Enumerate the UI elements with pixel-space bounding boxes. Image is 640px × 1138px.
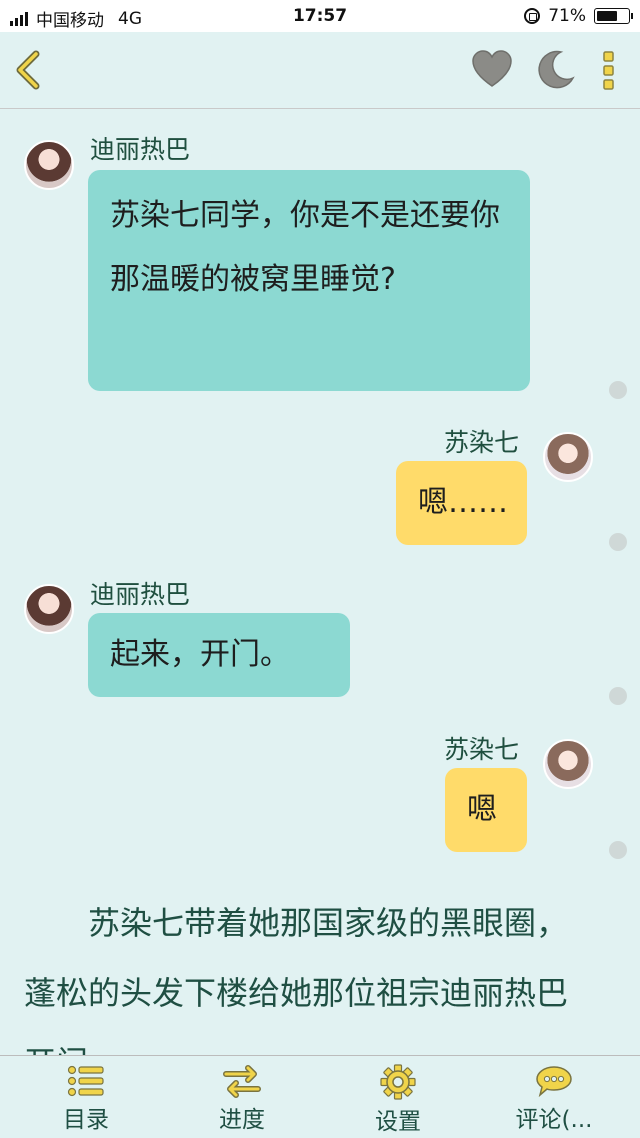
tab-comments[interactable]: 评论(... [499, 1064, 609, 1134]
night-mode-button[interactable] [533, 48, 577, 92]
battery-icon [594, 8, 633, 24]
arrows-icon [223, 1065, 261, 1098]
message-indicator-dot[interactable] [609, 841, 627, 859]
message-bubble[interactable]: 起来，开门。 [88, 613, 350, 697]
message-indicator-dot[interactable] [609, 381, 627, 399]
avatar[interactable] [24, 140, 74, 190]
back-chevron-icon [16, 50, 40, 90]
more-options-button[interactable] [596, 48, 622, 92]
tab-contents[interactable]: 目录 [31, 1064, 141, 1134]
tab-label: 设置 [375, 1109, 421, 1135]
message-bubble[interactable]: 嗯…… [396, 461, 527, 545]
message-bubble[interactable]: 苏染七同学，你是不是还要你那温暖的被窝里睡觉? [88, 170, 530, 391]
tab-label: 目录 [63, 1107, 109, 1133]
battery-percent: 71% [548, 6, 586, 26]
tab-progress[interactable]: 进度 [187, 1064, 297, 1134]
message-bubble[interactable]: 嗯 [445, 768, 527, 852]
sender-name: 迪丽热巴 [90, 135, 191, 164]
bottom-nav-bar: 目录 进度 设置 评论(... [0, 1055, 640, 1138]
status-bar: 中国移动 4G 17:57 71% [0, 0, 640, 32]
more-icon [603, 51, 614, 90]
heart-icon [472, 50, 512, 87]
avatar[interactable] [543, 432, 593, 482]
status-right: 71% [524, 6, 633, 26]
narration-content: 苏染七带着她那国家级的黑眼圈，蓬松的头发下楼给她那位祖宗迪丽热巴开门 [24, 904, 569, 1055]
favorite-button[interactable] [470, 48, 514, 92]
sender-name: 迪丽热巴 [90, 580, 191, 609]
avatar[interactable] [24, 584, 74, 634]
tab-settings[interactable]: 设置 [343, 1064, 453, 1136]
top-nav-bar [0, 32, 640, 109]
narration-text: 苏染七带着她那国家级的黑眼圈，蓬松的头发下楼给她那位祖宗迪丽热巴开门 [24, 888, 584, 1055]
moon-icon [538, 50, 575, 89]
battery-fill [597, 11, 617, 21]
message-indicator-dot[interactable] [609, 533, 627, 551]
sender-name: 苏染七 [444, 735, 520, 764]
avatar[interactable] [543, 739, 593, 789]
tab-label: 进度 [219, 1107, 265, 1133]
gear-icon [380, 1064, 416, 1100]
sender-name: 苏染七 [444, 428, 520, 457]
back-button[interactable] [12, 48, 48, 92]
tab-label: 评论(... [515, 1107, 593, 1133]
message-indicator-dot[interactable] [609, 687, 627, 705]
list-icon [67, 1065, 104, 1097]
chat-area[interactable]: 迪丽热巴 苏染七同学，你是不是还要你那温暖的被窝里睡觉? 苏染七 嗯…… 迪丽热… [0, 110, 640, 1055]
comment-icon [536, 1066, 572, 1098]
rotation-lock-icon [524, 8, 541, 24]
